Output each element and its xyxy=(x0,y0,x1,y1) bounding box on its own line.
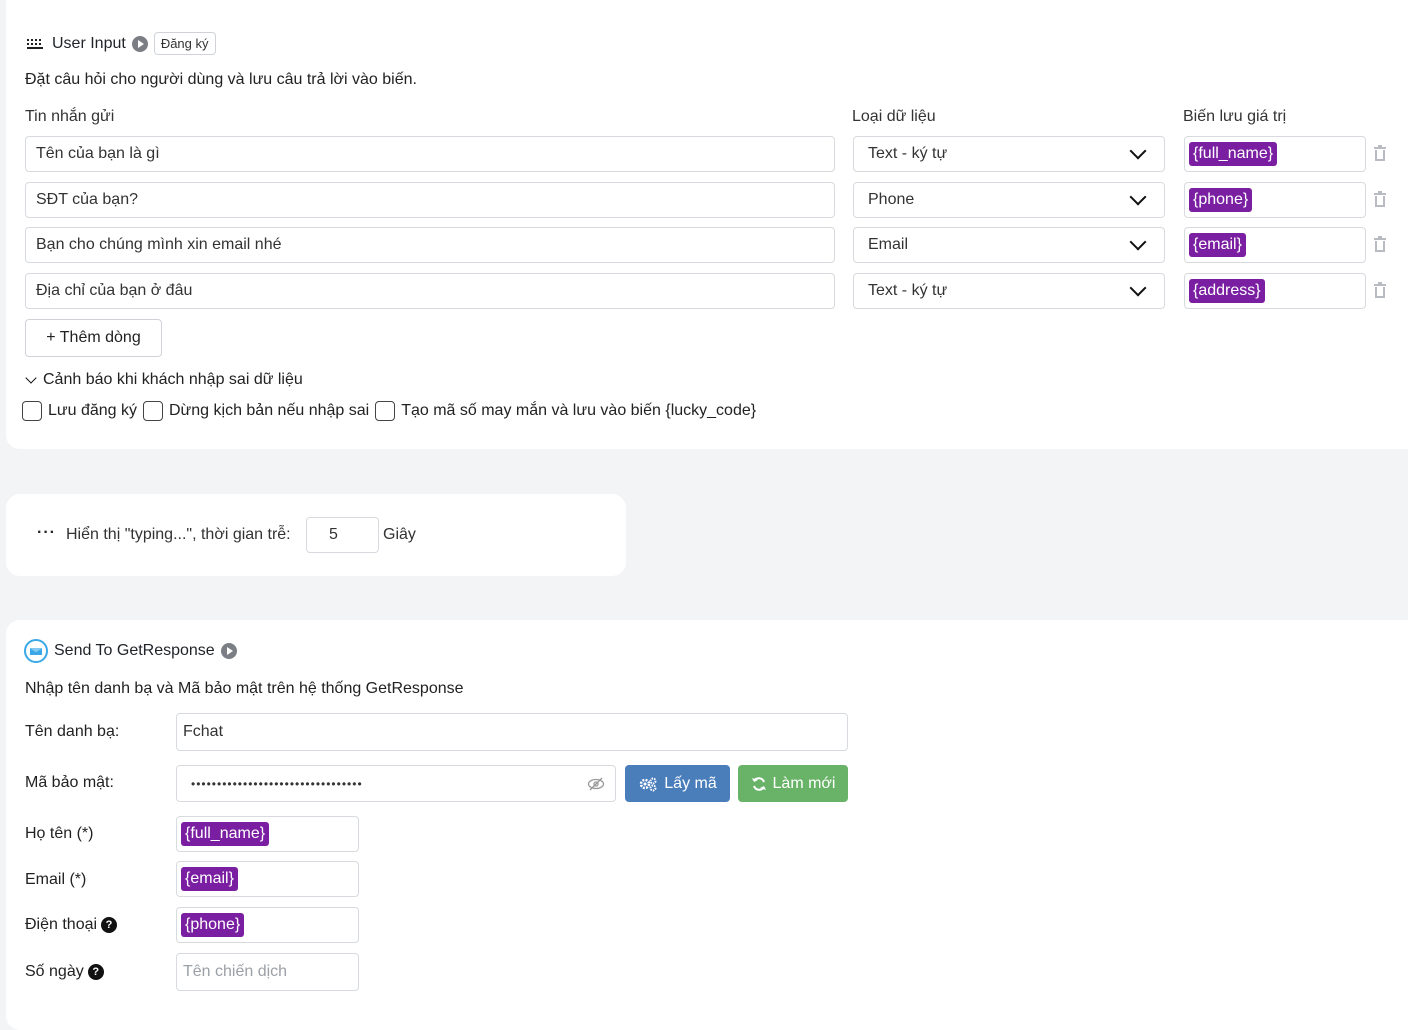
refresh-icon xyxy=(751,776,767,792)
trash-icon[interactable] xyxy=(1372,282,1388,300)
typing-delay-card: ··· Hiển thị "typing...", thời gian trễ:… xyxy=(6,494,626,576)
field-label-phone-text: Điện thoại xyxy=(25,916,98,933)
variable-chip: {address} xyxy=(1189,279,1265,303)
variable-input[interactable]: {phone} xyxy=(1184,182,1366,218)
api-key-input[interactable]: ••••••••••••••••••••••••••••••••• xyxy=(176,765,616,802)
variable-input[interactable]: {address} xyxy=(1184,273,1366,309)
chevron-down-icon xyxy=(1129,142,1147,160)
user-input-title: User Input xyxy=(52,34,126,52)
get-key-button[interactable]: Lấy mã xyxy=(625,765,730,802)
variable-chip: {phone} xyxy=(1189,188,1253,212)
add-row-button[interactable]: + Thêm dòng xyxy=(25,319,162,357)
contact-list-input[interactable]: Fchat xyxy=(176,713,848,751)
getresponse-header: Send To GetResponse xyxy=(24,639,237,663)
play-icon[interactable] xyxy=(220,643,237,659)
lucky-code-option[interactable]: Tạo mã số may mắn và lưu vào biến {lucky… xyxy=(375,401,756,421)
api-key-value: ••••••••••••••••••••••••••••••••• xyxy=(191,776,363,791)
variable-chip: {full_name} xyxy=(1189,142,1278,166)
more-horizontal-icon: ··· xyxy=(37,524,56,541)
user-input-card: User Input Đăng ký Đặt câu hỏi cho người… xyxy=(6,0,1408,449)
save-registration-checkbox[interactable] xyxy=(22,401,42,421)
getresponse-title: Send To GetResponse xyxy=(54,642,215,659)
eye-slash-icon[interactable] xyxy=(587,777,605,791)
getresponse-description: Nhập tên danh bạ và Mã bảo mật trên hệ t… xyxy=(25,680,464,697)
data-type-select[interactable]: Email xyxy=(853,227,1165,263)
variable-chip: {phone} xyxy=(181,913,245,937)
message-text: Địa chỉ của bạn ở đâu xyxy=(36,282,193,299)
field-label-days-text: Số ngày xyxy=(25,963,84,980)
message-text: SĐT của bạn? xyxy=(36,191,138,208)
warning-toggle[interactable]: Cảnh báo khi khách nhập sai dữ liệu xyxy=(25,371,303,389)
data-type-select[interactable]: Text - ký tự xyxy=(853,273,1165,309)
fullname-variable-input[interactable]: {full_name} xyxy=(176,816,359,852)
chevron-down-icon xyxy=(1129,279,1147,297)
days-input[interactable]: Tên chiến dịch xyxy=(176,953,359,991)
data-type-select[interactable]: Phone xyxy=(853,182,1165,218)
message-input[interactable]: Bạn cho chúng mình xin email nhé xyxy=(25,227,835,263)
data-type-value: Email xyxy=(868,236,909,253)
email-variable-input[interactable]: {email} xyxy=(176,861,359,897)
play-icon[interactable] xyxy=(131,35,148,52)
message-text: Tên của bạn là gì xyxy=(36,145,160,162)
gears-icon xyxy=(638,776,658,792)
phone-variable-input[interactable]: {phone} xyxy=(176,907,359,943)
getresponse-card: Send To GetResponse Nhập tên danh bạ và … xyxy=(6,620,1408,1030)
variable-chip: {email} xyxy=(1189,233,1246,257)
column-header-variable: Biến lưu giá trị xyxy=(1183,108,1287,125)
column-header-type: Loại dữ liệu xyxy=(852,108,936,125)
warning-toggle-label: Cảnh báo khi khách nhập sai dữ liệu xyxy=(43,371,303,388)
message-input[interactable]: SĐT của bạn? xyxy=(25,182,835,218)
message-input[interactable]: Địa chỉ của bạn ở đâu xyxy=(25,273,835,309)
api-key-label: Mã bảo mật: xyxy=(25,774,114,791)
trash-icon[interactable] xyxy=(1372,236,1388,254)
days-placeholder: Tên chiến dịch xyxy=(183,963,288,980)
message-text: Bạn cho chúng mình xin email nhé xyxy=(36,236,282,253)
trash-icon[interactable] xyxy=(1372,191,1388,209)
contact-list-label: Tên danh bạ: xyxy=(25,723,120,740)
typing-delay-value: 5 xyxy=(329,526,338,543)
variable-chip: {email} xyxy=(181,867,238,891)
typing-delay-input[interactable]: 5 xyxy=(306,517,379,553)
variable-chip: {full_name} xyxy=(181,822,270,846)
refresh-button[interactable]: Làm mới xyxy=(738,765,848,802)
stop-on-error-checkbox[interactable] xyxy=(143,401,163,421)
field-label-phone: Điện thoại ? xyxy=(25,916,118,934)
typing-unit: Giây xyxy=(383,526,416,543)
column-header-message: Tin nhắn gửi xyxy=(25,108,115,125)
chevron-down-icon xyxy=(1129,188,1147,206)
refresh-label: Làm mới xyxy=(772,774,836,792)
variable-input[interactable]: {email} xyxy=(1184,227,1366,263)
data-type-value: Text - ký tự xyxy=(868,282,948,299)
keyboard-icon xyxy=(26,37,44,51)
variable-input[interactable]: {full_name} xyxy=(1184,136,1366,172)
lucky-code-checkbox[interactable] xyxy=(375,401,396,421)
field-label-email: Email (*) xyxy=(25,871,87,888)
checkbox-label: Dừng kịch bản nếu nhập sai xyxy=(169,402,370,419)
question-circle-icon[interactable]: ? xyxy=(87,964,104,980)
data-type-select[interactable]: Text - ký tự xyxy=(853,136,1165,172)
message-input[interactable]: Tên của bạn là gì xyxy=(25,136,835,172)
data-type-value: Phone xyxy=(868,191,915,208)
field-label-days: Số ngày ? xyxy=(25,963,104,981)
trash-icon[interactable] xyxy=(1372,145,1388,163)
user-input-header: User Input Đăng ký xyxy=(26,32,216,55)
get-key-label: Lấy mã xyxy=(664,774,717,792)
field-label-fullname: Họ tên (*) xyxy=(25,825,94,842)
block-tag[interactable]: Đăng ký xyxy=(153,32,216,55)
contact-list-value: Fchat xyxy=(183,723,224,740)
checkbox-row: Lưu đăng ký Dừng kịch bản nếu nhập sai T… xyxy=(22,401,756,421)
typing-label: Hiển thị "typing...", thời gian trễ: xyxy=(66,526,291,543)
user-input-description: Đặt câu hỏi cho người dùng và lưu câu tr… xyxy=(25,71,417,88)
chevron-down-icon xyxy=(25,372,37,384)
checkbox-label: Tạo mã số may mắn và lưu vào biến {lucky… xyxy=(401,402,757,419)
stop-on-error-option[interactable]: Dừng kịch bản nếu nhập sai xyxy=(143,401,369,421)
question-circle-icon[interactable]: ? xyxy=(101,917,118,933)
chevron-down-icon xyxy=(1129,233,1147,251)
getresponse-logo-icon xyxy=(24,639,48,663)
checkbox-label: Lưu đăng ký xyxy=(48,402,137,419)
data-type-value: Text - ký tự xyxy=(868,145,948,162)
save-registration-option[interactable]: Lưu đăng ký xyxy=(22,401,137,421)
